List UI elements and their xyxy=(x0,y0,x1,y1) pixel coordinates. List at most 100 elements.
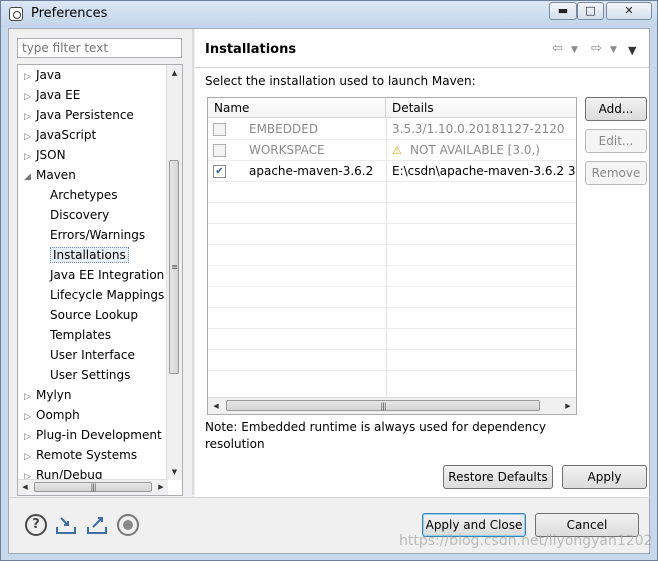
collapsed-arrow-icon[interactable]: ▷ xyxy=(24,68,36,86)
tree-item[interactable]: ▷ JSON xyxy=(24,146,66,164)
row-divider xyxy=(208,265,576,266)
filter-input[interactable] xyxy=(17,38,182,58)
view-menu-icon[interactable]: ▼ xyxy=(628,44,636,57)
table-hscroll-thumb[interactable]: ||| xyxy=(226,400,540,411)
installation-checkbox[interactable] xyxy=(213,144,226,157)
restore-defaults-button[interactable]: Restore Defaults xyxy=(443,465,553,489)
collapsed-arrow-icon[interactable]: ▷ xyxy=(24,388,36,406)
tree-item-label: Templates xyxy=(50,328,112,342)
scroll-down-arrow-icon[interactable]: ▼ xyxy=(167,465,182,479)
preference-tree: ▷ Run/Debug ▷ Remote Systems ▷ Plug-in Develo… xyxy=(17,64,183,496)
installation-checkbox[interactable] xyxy=(213,123,226,136)
tree-item[interactable]: Discovery xyxy=(50,206,109,224)
tree-scroll-thumb[interactable]: ≡ xyxy=(169,160,179,374)
warning-icon: ⚠ xyxy=(392,144,402,157)
tree-horizontal-scrollbar[interactable]: ◀ ||| ▶ xyxy=(18,479,168,495)
scroll-right-arrow-icon[interactable]: ▶ xyxy=(154,480,168,495)
row-divider xyxy=(208,286,576,287)
tree-item[interactable]: ▷ Mylyn xyxy=(24,386,72,404)
tree-item[interactable]: User Interface xyxy=(50,346,135,364)
remove-button[interactable]: Remove xyxy=(585,161,647,185)
tree-item[interactable]: Java EE Integration xyxy=(50,266,164,284)
installation-details: E:\csdn\apache-maven-3.6.2 3.6 xyxy=(392,161,576,182)
installation-checkbox[interactable]: ✔ xyxy=(213,165,226,178)
import-icon[interactable] xyxy=(55,514,77,536)
title-bar[interactable]: Preferences ▬ □ ✕ xyxy=(1,1,657,27)
tree-item-label: Source Lookup xyxy=(50,308,138,322)
tree-item[interactable]: ▷ Remote Systems xyxy=(24,446,137,464)
close-button[interactable]: ✕ xyxy=(606,2,652,20)
scroll-left-arrow-icon[interactable]: ◀ xyxy=(18,480,32,495)
export-icon[interactable] xyxy=(86,514,108,536)
tree-item[interactable]: ▷ Java EE xyxy=(24,86,80,104)
collapsed-arrow-icon[interactable]: ▷ xyxy=(24,428,36,446)
tree-item[interactable]: ▷ JavaScript xyxy=(24,126,96,144)
tree-item[interactable]: User Settings xyxy=(50,366,130,384)
installation-details-text: 3.5.3/1.10.0.20181127-2120 xyxy=(392,122,565,136)
tree-hscroll-thumb[interactable]: ||| xyxy=(34,482,152,492)
minimize-button[interactable]: ▬ xyxy=(549,2,577,20)
tree-item-label: Remote Systems xyxy=(36,448,138,462)
edit-button[interactable]: Edit... xyxy=(585,129,647,153)
tree-item[interactable]: ▷ Java Persistence xyxy=(24,106,134,124)
app-icon xyxy=(9,7,23,21)
scroll-right-arrow-icon[interactable]: ▶ xyxy=(560,398,576,414)
row-divider xyxy=(208,244,576,245)
tree-item[interactable]: ▷ Oomph xyxy=(24,406,80,424)
expanded-arrow-icon[interactable]: ◢ xyxy=(24,168,36,186)
collapsed-arrow-icon[interactable]: ▷ xyxy=(24,408,36,426)
installation-name: apache-maven-3.6.2 xyxy=(249,164,374,178)
forward-dropdown-icon[interactable]: ▼ xyxy=(610,45,617,55)
installation-name: WORKSPACE xyxy=(249,143,325,157)
collapsed-arrow-icon[interactable]: ▷ xyxy=(24,108,36,126)
tree-item[interactable]: ◢ Maven xyxy=(24,166,76,184)
installation-details-text: NOT AVAILABLE [3.0,) xyxy=(410,143,540,157)
tree-item[interactable]: ▷ Plug-in Development xyxy=(24,426,162,444)
installations-table: Name Details ◀ ||| ▶ EMBEDDED 3.5.3/1.10.… xyxy=(207,97,577,415)
grip-icon: ≡ xyxy=(171,262,178,272)
row-divider xyxy=(208,139,576,140)
tree-item-label: Java EE xyxy=(36,88,81,102)
row-divider xyxy=(208,160,576,161)
record-macro-icon[interactable] xyxy=(117,514,139,536)
table-row[interactable]: EMBEDDED 3.5.3/1.10.0.20181127-2120 xyxy=(208,119,576,140)
apply-button[interactable]: Apply xyxy=(562,465,647,489)
column-header-name[interactable]: Name xyxy=(208,98,386,118)
scroll-left-arrow-icon[interactable]: ◀ xyxy=(208,398,224,414)
row-divider xyxy=(208,328,576,329)
tree-item-label: Installations xyxy=(50,247,129,263)
tree-item[interactable]: Errors/Warnings xyxy=(50,226,145,244)
scroll-up-arrow-icon[interactable]: ▲ xyxy=(167,66,182,80)
maximize-button[interactable]: □ xyxy=(577,2,604,20)
add-button[interactable]: Add... xyxy=(585,97,647,121)
tree-item[interactable]: ▷ Java xyxy=(24,66,61,84)
intro-text: Select the installation used to launch M… xyxy=(205,74,476,88)
collapsed-arrow-icon[interactable]: ▷ xyxy=(24,88,36,106)
tree-item-label: Archetypes xyxy=(50,188,118,202)
grip-icon: ||| xyxy=(90,482,96,492)
tree-vertical-scrollbar[interactable]: ▲ ≡ ▼ xyxy=(166,65,182,480)
table-row[interactable]: WORKSPACE ⚠ NOT AVAILABLE [3.0,) xyxy=(208,140,576,161)
tree-item[interactable]: Lifecycle Mappings xyxy=(50,286,164,304)
tree-item[interactable]: Archetypes xyxy=(50,186,118,204)
collapsed-arrow-icon[interactable]: ▷ xyxy=(24,448,36,466)
watermark-text: https://blog.csdn.net/liyongyan1202 xyxy=(399,533,653,549)
forward-arrow-icon[interactable]: ⇨ xyxy=(591,41,602,56)
back-arrow-icon[interactable]: ⇦ xyxy=(552,41,563,56)
tree-item[interactable]: Installations xyxy=(50,246,129,264)
pane-splitter[interactable] xyxy=(192,29,194,495)
column-header-details[interactable]: Details xyxy=(386,98,576,118)
note-text: Note: Embedded runtime is always used fo… xyxy=(205,420,546,451)
collapsed-arrow-icon[interactable]: ▷ xyxy=(24,128,36,146)
help-icon[interactable]: ? xyxy=(25,514,47,536)
table-horizontal-scrollbar[interactable]: ◀ ||| ▶ xyxy=(208,397,576,414)
tree-item-label: JavaScript xyxy=(36,128,97,142)
tree-item-label: Discovery xyxy=(50,208,110,222)
tree-item-label: Java EE Integration xyxy=(50,268,165,282)
tree-item[interactable]: Templates xyxy=(50,326,111,344)
tree-item[interactable]: Source Lookup xyxy=(50,306,138,324)
tree-item-label: JSON xyxy=(36,148,66,162)
back-dropdown-icon[interactable]: ▼ xyxy=(571,45,578,55)
collapsed-arrow-icon[interactable]: ▷ xyxy=(24,148,36,166)
table-row[interactable]: ✔ apache-maven-3.6.2 E:\csdn\apache-maven-… xyxy=(208,161,576,182)
